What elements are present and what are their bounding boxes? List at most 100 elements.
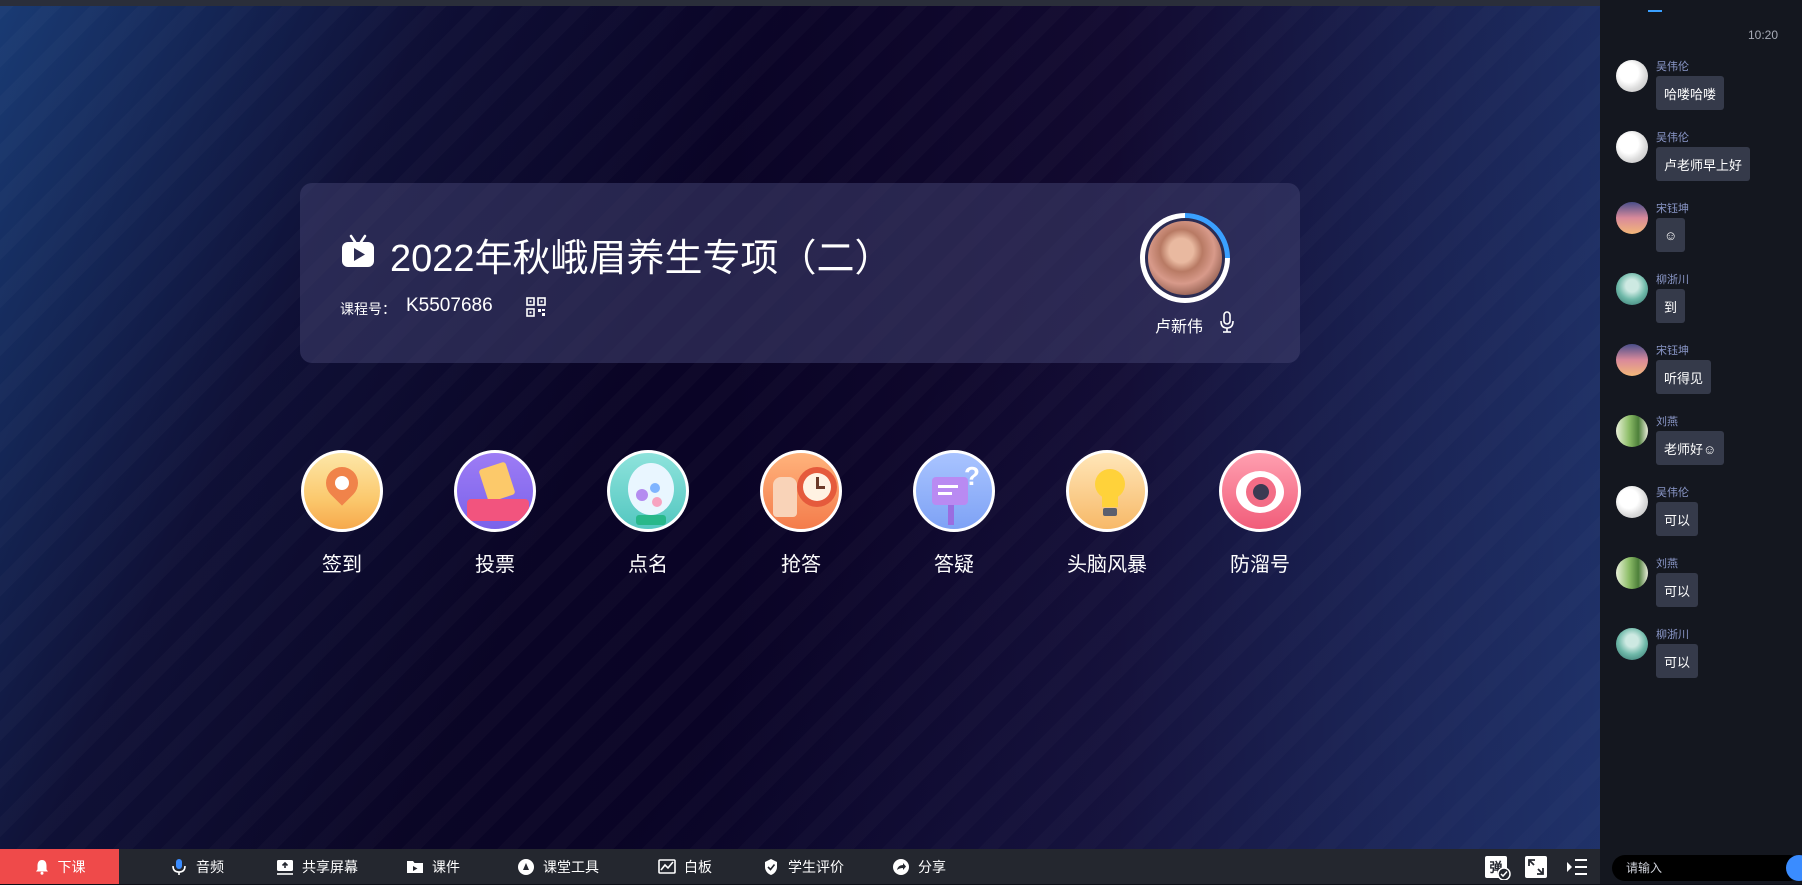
danmaku-toggle-icon[interactable]: 弹 <box>1485 856 1511 881</box>
alarm-clock-icon <box>760 450 842 532</box>
avatar <box>1616 415 1648 447</box>
chat-message: 刘燕 老师好☺ <box>1616 413 1796 475</box>
whiteboard-icon <box>658 858 676 874</box>
course-title: 2022年秋峨眉养生专项（二） <box>390 238 893 280</box>
microphone-icon[interactable] <box>1218 311 1236 333</box>
message-bubble: 卢老师早上好 <box>1656 147 1751 181</box>
chat-timestamp: 10:20 <box>1747 28 1778 42</box>
ballot-icon <box>454 450 536 532</box>
whiteboard-label: 白板 <box>684 858 712 875</box>
sender-name: 刘燕 <box>1656 416 1678 428</box>
badge-icon <box>765 858 777 875</box>
message-bubble: 可以 <box>1656 644 1699 678</box>
share-icon <box>893 858 909 875</box>
qr-code-icon[interactable] <box>526 297 546 317</box>
avatar <box>1616 273 1648 305</box>
map-pin-icon <box>301 450 383 532</box>
sender-name: 刘燕 <box>1656 558 1678 570</box>
message-bubble: 听得见 <box>1656 360 1712 394</box>
sender-name: 柳浙川 <box>1656 629 1689 641</box>
whiteboard-button[interactable]: 白板 <box>658 849 712 884</box>
sender-name: 吴伟伦 <box>1656 132 1689 144</box>
avatar <box>1616 344 1648 376</box>
share-label: 分享 <box>918 858 946 875</box>
tool-label: 点名 <box>628 554 668 576</box>
chat-message: 柳浙川 可以 <box>1616 626 1796 688</box>
sender-name: 宋钰坤 <box>1656 203 1689 215</box>
chat-message: 宋钰坤 听得见 <box>1616 342 1796 404</box>
sender-name: 吴伟伦 <box>1656 487 1689 499</box>
chat-message: 吴伟伦 可以 <box>1616 484 1796 546</box>
course-card: 2022年秋峨眉养生专项（二） 课程号： K5507686 卢新伟 <box>300 183 1300 363</box>
student-review-label: 学生评价 <box>788 858 844 875</box>
avatar <box>1616 131 1648 163</box>
eye-icon <box>1219 450 1301 532</box>
classroom-tools-button[interactable]: 课堂工具 <box>517 849 599 884</box>
chat-message: 柳浙川 到 <box>1616 271 1796 333</box>
tool-roll-call[interactable]: 点名 <box>593 450 703 577</box>
chat-message: 刘燕 可以 <box>1616 555 1796 617</box>
tool-anti-distraction[interactable]: 防溜号 <box>1205 450 1315 577</box>
tool-brainstorm[interactable]: 头脑风暴 <box>1052 450 1162 577</box>
tool-label: 头脑风暴 <box>1067 554 1147 576</box>
courseware-button[interactable]: 课件 <box>406 849 460 884</box>
sender-name: 宋钰坤 <box>1656 345 1689 357</box>
chat-message: 宋钰坤 ☺ <box>1616 200 1796 262</box>
teacher-avatar[interactable] <box>1140 213 1230 303</box>
tool-vote[interactable]: 投票 <box>440 450 550 577</box>
sender-name: 柳浙川 <box>1656 274 1689 286</box>
tool-label: 抢答 <box>781 554 821 576</box>
course-code-value: K5507686 <box>406 295 493 316</box>
bell-icon <box>35 859 48 875</box>
avatar <box>1616 60 1648 92</box>
sender-name: 吴伟伦 <box>1656 61 1689 73</box>
tool-label: 签到 <box>322 554 362 576</box>
lightbulb-icon <box>1066 450 1148 532</box>
end-class-label: 下课 <box>57 858 86 875</box>
avatar <box>1616 628 1648 660</box>
collapse-panel-icon[interactable] <box>1566 856 1588 878</box>
avatar <box>1616 486 1648 518</box>
courseware-label: 课件 <box>432 858 460 875</box>
message-bubble: ☺ <box>1656 218 1686 252</box>
end-class-button[interactable]: 下课 <box>0 849 119 884</box>
student-review-button[interactable]: 学生评价 <box>762 849 844 884</box>
share-screen-icon <box>277 859 293 875</box>
message-bubble: 哈喽哈喽 <box>1656 76 1725 110</box>
top-strip <box>0 0 1600 6</box>
classroom-tools-label: 课堂工具 <box>543 858 599 875</box>
tool-label: 答疑 <box>934 554 974 576</box>
share-button[interactable]: 分享 <box>892 849 946 884</box>
chat-message: 吴伟伦 卢老师早上好 <box>1616 129 1796 191</box>
tool-sign-in[interactable]: 签到 <box>287 450 397 577</box>
audio-button[interactable]: 音频 <box>170 849 224 884</box>
audio-label: 音频 <box>196 858 224 875</box>
tool-label: 防溜号 <box>1230 554 1290 576</box>
avatar <box>1616 202 1648 234</box>
question-mailbox-icon: ? <box>913 450 995 532</box>
message-bubble: 可以 <box>1656 502 1699 536</box>
chat-message: 吴伟伦 哈喽哈喽 <box>1616 58 1796 120</box>
fullscreen-icon[interactable] <box>1525 856 1547 878</box>
chat-input[interactable] <box>1612 855 1802 881</box>
lottery-ball-icon <box>607 450 689 532</box>
bottom-toolbar: 下课 音频 共享屏幕 课件 课堂工具 白板 学生评价 分享 弹 <box>0 849 1600 884</box>
chat-panel: 10:20 吴伟伦 哈喽哈喽 吴伟伦 卢老师早上好 宋钰坤 ☺ 柳浙川 到 宋钰… <box>1600 0 1802 884</box>
message-bubble: 老师好☺ <box>1656 431 1725 465</box>
tool-label: 投票 <box>475 554 515 576</box>
tools-icon <box>518 858 534 875</box>
message-bubble: 到 <box>1656 289 1686 323</box>
chat-tab-indicator <box>1648 10 1662 12</box>
teacher-name: 卢新伟 <box>1155 319 1204 336</box>
tv-play-icon <box>342 234 374 267</box>
avatar <box>1616 557 1648 589</box>
microphone-icon <box>172 858 186 875</box>
teacher-photo <box>1145 218 1225 298</box>
message-bubble: 可以 <box>1656 573 1699 607</box>
share-screen-button[interactable]: 共享屏幕 <box>276 849 358 884</box>
chat-input-bar <box>1600 849 1802 884</box>
classroom-stage: 2022年秋峨眉养生专项（二） 课程号： K5507686 卢新伟 签到 投票 … <box>0 0 1600 849</box>
folder-play-icon <box>407 860 423 873</box>
tool-q-and-a[interactable]: ? 答疑 <box>899 450 1009 577</box>
tool-quick-answer[interactable]: 抢答 <box>746 450 856 577</box>
